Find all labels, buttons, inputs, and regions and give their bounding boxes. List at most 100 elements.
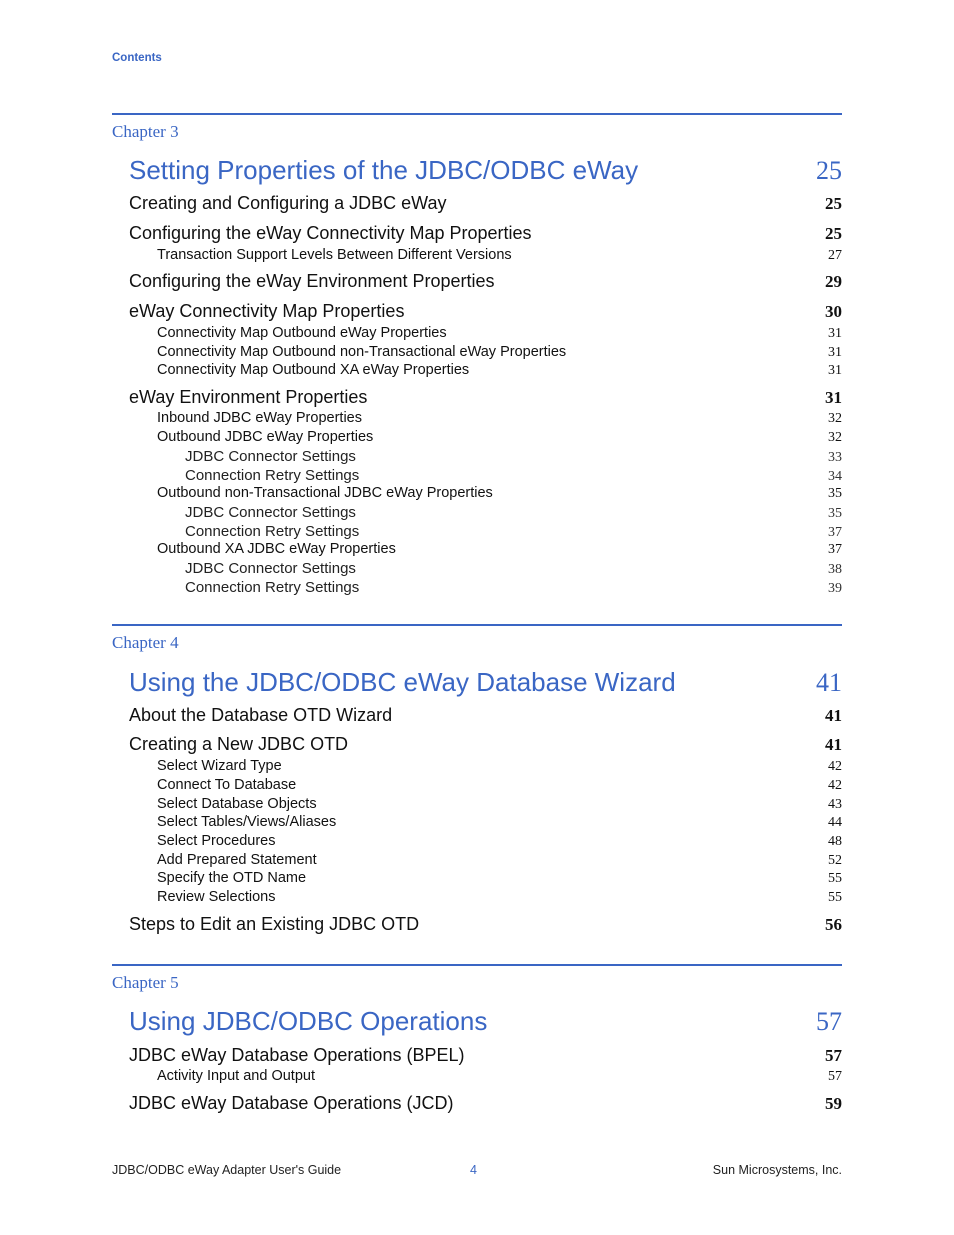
toc-entry[interactable]: JDBC Connector Settings 33 [129, 448, 842, 466]
toc-entry-page: 57 [825, 1046, 842, 1065]
toc-entry-page: 31 [825, 388, 842, 407]
toc-entry-page: 55 [828, 890, 842, 905]
toc-entry-title: Configuring the eWay Connectivity Map Pr… [129, 223, 532, 243]
toc-entry-page: 25 [825, 194, 842, 213]
toc-entry-title: Select Database Objects [157, 796, 317, 812]
footer-document-title: JDBC/ODBC eWay Adapter User's Guide [112, 1163, 342, 1177]
toc-entry-page: 29 [825, 272, 842, 291]
toc-entry[interactable]: Review Selections 55 [129, 889, 842, 906]
toc-entry-title: Outbound non-Transactional JDBC eWay Pro… [157, 485, 493, 501]
toc-entry-title: Creating a New JDBC OTD [129, 734, 349, 754]
chapter-label: Chapter 5 [112, 973, 179, 992]
toc-entry[interactable]: Outbound XA JDBC eWay Properties 37 [129, 541, 842, 558]
toc-entry[interactable]: Outbound non-Transactional JDBC eWay Pro… [129, 485, 842, 502]
chapter-title: Using JDBC/ODBC Operations [129, 1006, 488, 1036]
toc-entry[interactable]: About the Database OTD Wizard 41 [129, 705, 842, 726]
toc-entry[interactable]: Steps to Edit an Existing JDBC OTD 56 [129, 914, 842, 935]
toc-entry[interactable]: Select Database Objects 43 [129, 796, 842, 813]
toc-entry-title: Specify the OTD Name [157, 870, 307, 886]
toc-entry-page: 41 [825, 735, 842, 754]
toc-entry-page: 27 [828, 248, 842, 263]
toc-entry-page: 42 [828, 778, 842, 793]
toc-entry-page: 31 [828, 326, 842, 341]
toc-entry-title: Outbound JDBC eWay Properties [157, 429, 374, 445]
toc-entry-page: 35 [828, 486, 842, 501]
toc-entry[interactable]: JDBC eWay Database Operations (BPEL) 57 [129, 1045, 842, 1066]
footer-page-number: 4 [470, 1163, 477, 1177]
toc-entry-page: 55 [828, 871, 842, 886]
toc-entry[interactable]: Select Procedures 48 [129, 833, 842, 850]
toc-entry[interactable]: Outbound JDBC eWay Properties 32 [129, 429, 842, 446]
toc-entry-title: Connectivity Map Outbound eWay Propertie… [157, 325, 447, 341]
toc-entry-page: 57 [828, 1069, 842, 1084]
chapter-page-number: 57 [816, 1007, 842, 1036]
toc-entry-page: 33 [828, 450, 842, 465]
toc-entry[interactable]: JDBC Connector Settings 35 [129, 504, 842, 522]
toc-entry-title: JDBC Connector Settings [185, 448, 356, 465]
toc-entry-page: 39 [828, 581, 842, 596]
toc-entry[interactable]: Select Wizard Type 42 [129, 758, 842, 775]
toc-entry-title: Connect To Database [157, 777, 297, 793]
toc-entry-title: Outbound XA JDBC eWay Properties [157, 541, 396, 557]
chapter-label: Chapter 3 [112, 122, 179, 141]
toc-entry[interactable]: Inbound JDBC eWay Properties 32 [129, 410, 842, 427]
toc-entry[interactable]: Connectivity Map Outbound non-Transactio… [129, 344, 842, 361]
toc-entry-title: Connection Retry Settings [185, 523, 360, 540]
toc-entry-title: Connection Retry Settings [185, 579, 360, 596]
toc-entry-page: 35 [828, 506, 842, 521]
toc-entry-title: Steps to Edit an Existing JDBC OTD [129, 914, 420, 934]
toc-entry[interactable]: Connectivity Map Outbound XA eWay Proper… [129, 362, 842, 379]
toc-entry-title: Select Wizard Type [157, 758, 282, 774]
toc-entry[interactable]: Add Prepared Statement 52 [129, 852, 842, 869]
toc-entry-page: 37 [828, 542, 842, 557]
toc-entry[interactable]: Select Tables/Views/Aliases 44 [129, 814, 842, 831]
chapter-divider [112, 964, 842, 966]
chapter-title-link[interactable]: Using JDBC/ODBC Operations 57 [129, 1006, 842, 1037]
toc-entry[interactable]: Transaction Support Levels Between Diffe… [129, 247, 842, 264]
running-head: Contents [112, 52, 162, 64]
toc-entry[interactable]: eWay Connectivity Map Properties 30 [129, 301, 842, 322]
toc-entry-page: 52 [828, 853, 842, 868]
toc-entry-title: Configuring the eWay Environment Propert… [129, 271, 495, 291]
toc-entry[interactable]: Connectivity Map Outbound eWay Propertie… [129, 325, 842, 342]
toc-entry-page: 38 [828, 562, 842, 577]
toc-entry-title: eWay Environment Properties [129, 387, 368, 407]
toc-entry[interactable]: Creating a New JDBC OTD 41 [129, 734, 842, 755]
toc-entry-page: 31 [828, 345, 842, 360]
toc-entry[interactable]: Connect To Database 42 [129, 777, 842, 794]
toc-entry-page: 41 [825, 706, 842, 725]
toc-entry[interactable]: JDBC Connector Settings 38 [129, 560, 842, 578]
toc-entry-page: 42 [828, 759, 842, 774]
toc-entry[interactable]: Connection Retry Settings 37 [129, 523, 842, 541]
toc-entry[interactable]: Connection Retry Settings 34 [129, 467, 842, 485]
toc-entry-title: Connectivity Map Outbound non-Transactio… [157, 344, 567, 360]
chapter-title-link[interactable]: Setting Properties of the JDBC/ODBC eWay… [129, 155, 842, 186]
toc-entry[interactable]: Configuring the eWay Environment Propert… [129, 271, 842, 292]
toc-entry-title: Activity Input and Output [157, 1068, 315, 1084]
toc-entry-title: Select Tables/Views/Aliases [157, 814, 337, 830]
toc-entry[interactable]: Connection Retry Settings 39 [129, 579, 842, 597]
toc-entry-title: eWay Connectivity Map Properties [129, 301, 405, 321]
toc-entry-title: Creating and Configuring a JDBC eWay [129, 193, 447, 213]
toc-entry-title: JDBC eWay Database Operations (BPEL) [129, 1045, 465, 1065]
toc-entry[interactable]: Creating and Configuring a JDBC eWay 25 [129, 193, 842, 214]
toc-entry[interactable]: JDBC eWay Database Operations (JCD) 59 [129, 1093, 842, 1114]
toc-entry-page: 30 [825, 302, 842, 321]
toc-entry[interactable]: Activity Input and Output 57 [129, 1068, 842, 1085]
toc-entry-title: Review Selections [157, 889, 276, 905]
chapter-title: Using the JDBC/ODBC eWay Database Wizard [129, 667, 676, 697]
toc-entry-title: About the Database OTD Wizard [129, 705, 393, 725]
toc-entry[interactable]: Specify the OTD Name 55 [129, 870, 842, 887]
toc-entry-title: Inbound JDBC eWay Properties [157, 410, 362, 426]
chapter-title-link[interactable]: Using the JDBC/ODBC eWay Database Wizard… [129, 667, 842, 698]
toc-entry-title: Add Prepared Statement [157, 852, 317, 868]
toc-entry-title: JDBC Connector Settings [185, 504, 356, 521]
toc-entry-page: 32 [828, 430, 842, 445]
toc-entry[interactable]: eWay Environment Properties 31 [129, 387, 842, 408]
toc-entry-title: Select Procedures [157, 833, 276, 849]
toc-entry[interactable]: Configuring the eWay Connectivity Map Pr… [129, 223, 842, 244]
toc-entry-page: 37 [828, 525, 842, 540]
toc-entry-title: Connection Retry Settings [185, 467, 360, 484]
toc-entry-title: JDBC eWay Database Operations (JCD) [129, 1093, 454, 1113]
toc-entry-page: 48 [828, 834, 842, 849]
